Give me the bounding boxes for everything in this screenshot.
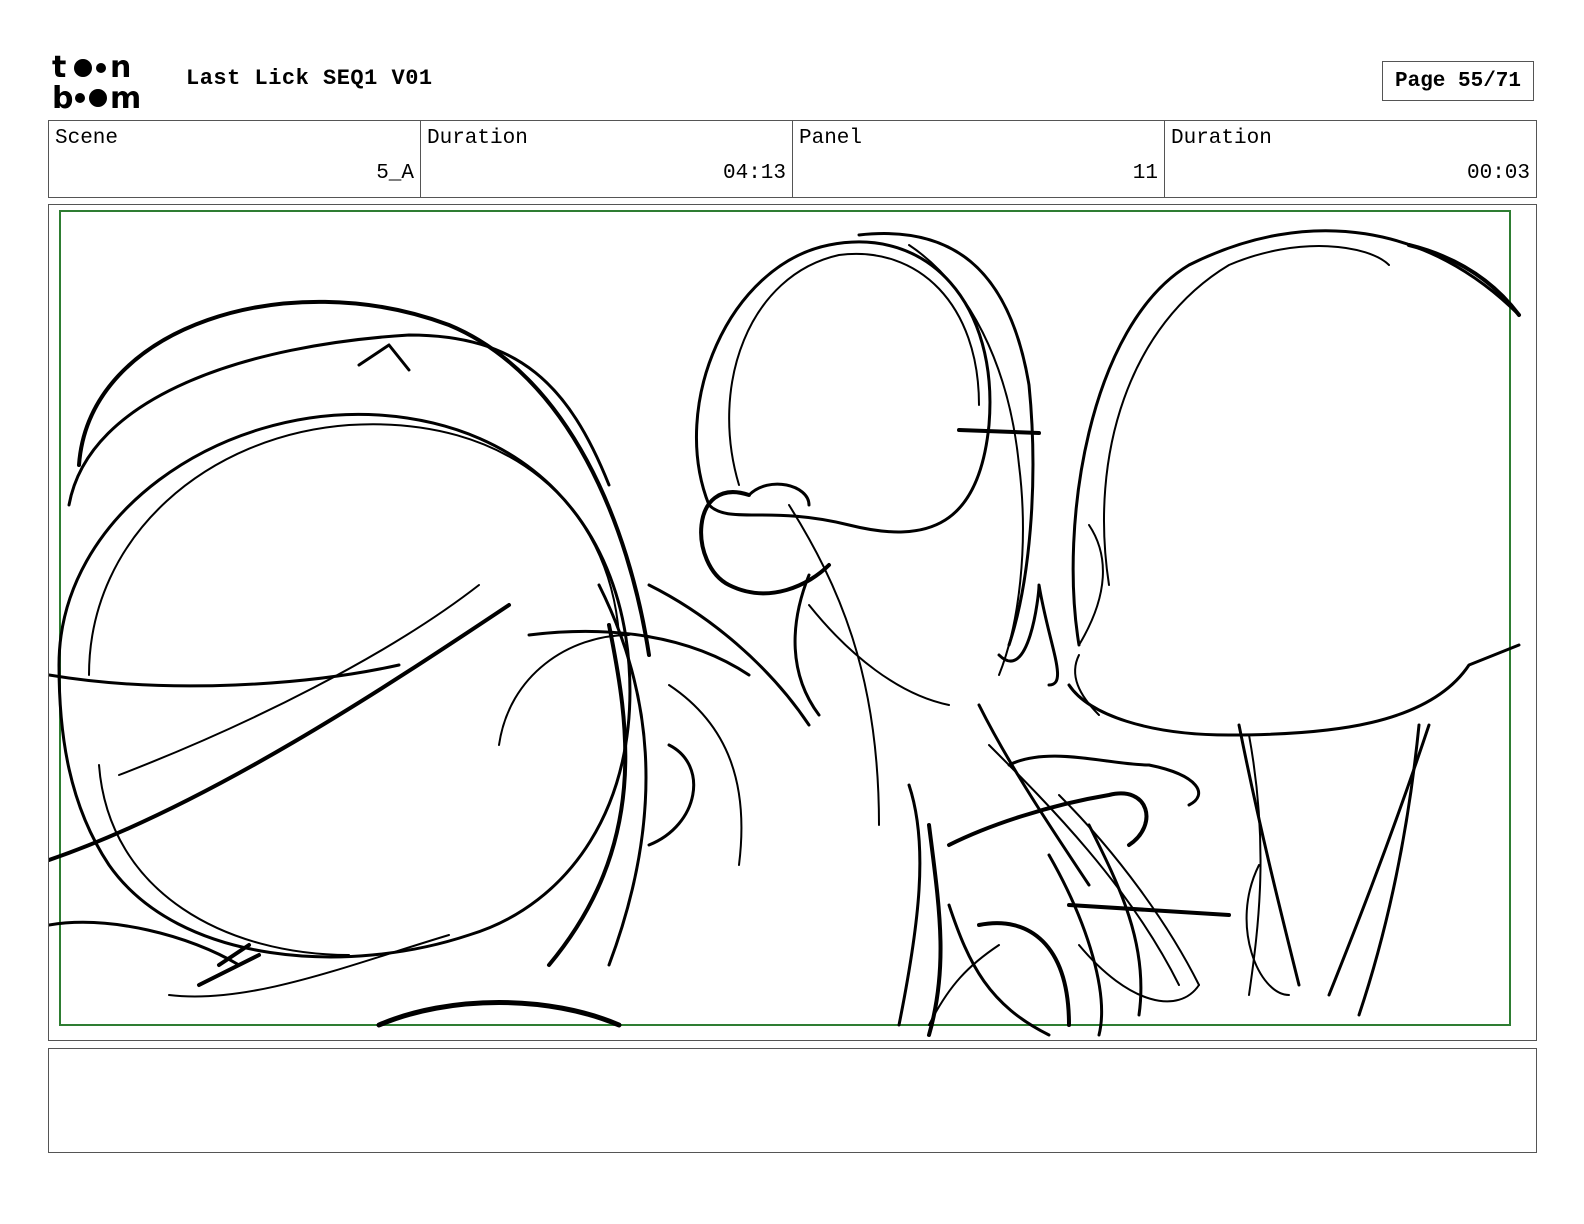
sketch-drawing bbox=[49, 210, 1521, 1037]
scene-value: 5_A bbox=[376, 162, 414, 185]
panel-label: Panel bbox=[799, 127, 863, 150]
safe-frame bbox=[59, 210, 1511, 1026]
scene-duration-cell: Duration 04:13 bbox=[421, 121, 793, 197]
sketch-strokes bbox=[49, 229, 1521, 1037]
page-label: Page 55/71 bbox=[1394, 69, 1522, 93]
document-title: Last Lick SEQ1 V01 bbox=[186, 66, 433, 91]
panel-duration-label: Duration bbox=[1171, 127, 1272, 150]
panel-duration-value: 00:03 bbox=[1466, 162, 1530, 185]
page-indicator: Page 55/71 bbox=[1382, 61, 1534, 101]
svg-text:m: m bbox=[110, 81, 141, 112]
scene-duration-label: Duration bbox=[427, 127, 528, 150]
scene-cell: Scene 5_A bbox=[49, 121, 421, 197]
notes-area bbox=[48, 1048, 1537, 1153]
svg-text:b: b bbox=[52, 81, 73, 112]
svg-text:t: t bbox=[52, 50, 66, 85]
info-table: Scene 5_A Duration 04:13 Panel 11 Durati… bbox=[48, 120, 1537, 198]
panel-value: 11 bbox=[1132, 162, 1158, 185]
scene-duration-value: 04:13 bbox=[722, 162, 786, 185]
scene-label: Scene bbox=[55, 127, 119, 150]
panel-cell: Panel 11 bbox=[793, 121, 1165, 197]
toon-boom-logo: t n b m bbox=[50, 50, 168, 112]
svg-text:n: n bbox=[110, 50, 131, 85]
storyboard-panel bbox=[48, 204, 1537, 1041]
panel-duration-cell: Duration 00:03 bbox=[1165, 121, 1536, 197]
